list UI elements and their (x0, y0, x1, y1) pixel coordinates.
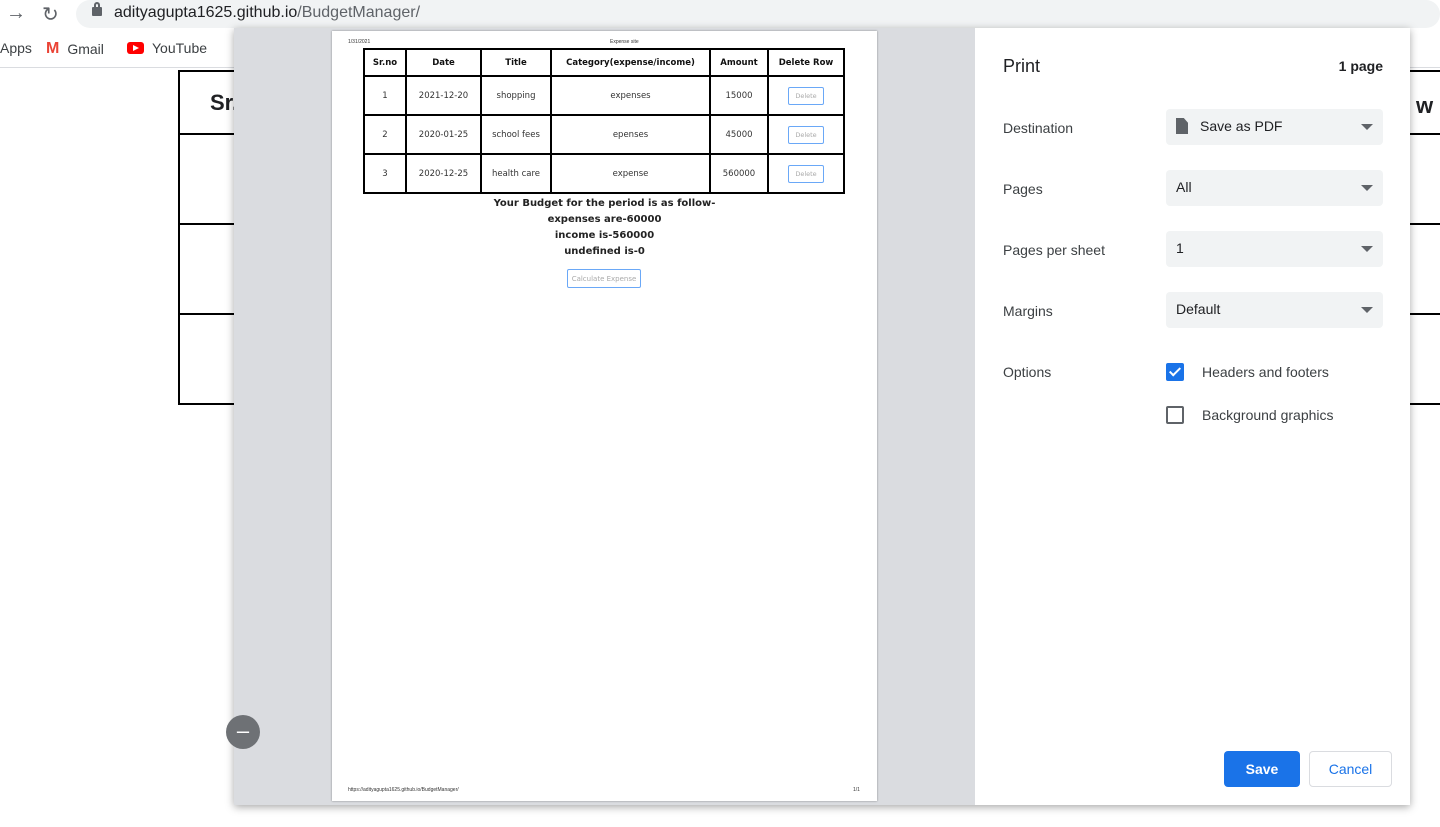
header-title: Expense site (610, 39, 639, 45)
headers-footers-checkbox[interactable] (1166, 363, 1184, 381)
page-count: 1 page (1338, 58, 1383, 74)
background-graphics-checkbox[interactable] (1166, 406, 1184, 424)
file-icon (1176, 118, 1188, 134)
options-label: Options (1003, 364, 1052, 380)
pages-per-sheet-select[interactable]: 1 (1166, 231, 1383, 267)
delete-button[interactable]: Delete (788, 86, 824, 105)
header-date: 1/31/2021 (348, 39, 371, 45)
browser-toolbar: → ↻ adityagupta1625.github.io/BudgetMana… (0, 0, 1440, 30)
destination-label: Destination (1003, 120, 1074, 136)
bookmark-apps[interactable]: Apps (0, 40, 32, 56)
pages-per-sheet-label: Pages per sheet (1003, 242, 1105, 258)
column-header: Delete Row (767, 48, 845, 77)
expense-table: Sr.no Date Title Category(expense/income… (363, 48, 845, 194)
cancel-button[interactable]: Cancel (1309, 751, 1392, 787)
forward-icon[interactable]: → (6, 2, 26, 25)
column-header: Category(expense/income) (550, 48, 711, 77)
url-text: adityagupta1625.github.io/BudgetManager/ (114, 4, 421, 21)
footer-url: https://adityagupta1625.github.io/Budget… (348, 787, 459, 793)
delete-button[interactable]: Delete (788, 164, 824, 183)
footer-page: 1/1 (853, 787, 860, 793)
youtube-icon (127, 42, 144, 54)
print-dialog: 1/31/2021 Expense site Sr.no Date Title … (226, 28, 1410, 805)
margins-select[interactable]: Default (1166, 292, 1383, 328)
headers-footers-label[interactable]: Headers and footers (1202, 364, 1329, 380)
budget-summary: Your Budget for the period is as follow-… (493, 198, 716, 257)
bookmark-youtube[interactable]: YouTube (127, 40, 207, 56)
pages-label: Pages (1003, 181, 1043, 197)
print-preview: 1/31/2021 Expense site Sr.no Date Title … (226, 28, 975, 805)
preview-page: 1/31/2021 Expense site Sr.no Date Title … (332, 31, 877, 801)
destination-select[interactable]: Save as PDF (1166, 109, 1383, 145)
print-title: Print (1003, 56, 1041, 76)
table-row: 3 2020-12-25 health care expense 560000 Delet… (363, 153, 845, 194)
gmail-icon: M (46, 40, 60, 57)
table-row: 2 2020-01-25 school fees epenses 45000 Delete (363, 114, 845, 155)
delete-button[interactable]: Delete (788, 125, 824, 144)
print-settings: Print 1 page Destination Save as PDF Pag… (975, 28, 1410, 805)
background-graphics-label[interactable]: Background graphics (1202, 407, 1334, 423)
column-header: Date (405, 48, 482, 77)
calculate-expense-button[interactable]: Calculate Expense (567, 269, 641, 288)
column-header: Title (480, 48, 552, 77)
zoom-out-button[interactable]: – (226, 715, 260, 749)
bookmark-gmail[interactable]: M Gmail (46, 40, 104, 58)
lock-icon (92, 2, 102, 16)
column-header: Sr.no (363, 48, 407, 77)
column-header: Amount (709, 48, 769, 77)
pages-select[interactable]: All (1166, 170, 1383, 206)
margins-label: Margins (1003, 303, 1053, 319)
reload-icon[interactable]: ↻ (42, 2, 59, 27)
save-button[interactable]: Save (1224, 751, 1300, 787)
table-row: 1 2021-12-20 shopping expenses 15000 Delete (363, 75, 845, 116)
